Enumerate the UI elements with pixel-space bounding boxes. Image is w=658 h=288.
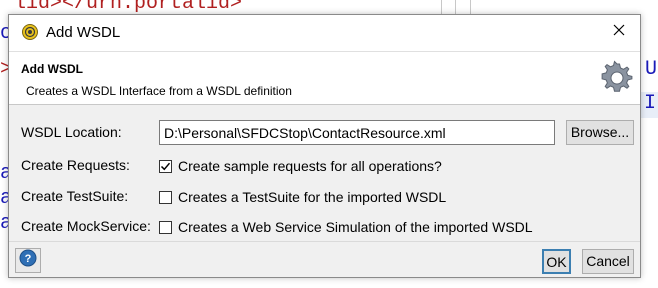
editor-divider xyxy=(441,0,442,14)
create-mockservice-checkbox-label: Creates a Web Service Simulation of the … xyxy=(178,219,533,235)
browse-button[interactable]: Browse... xyxy=(566,120,634,145)
help-glyph: ? xyxy=(25,253,32,265)
ok-button[interactable]: OK xyxy=(542,249,571,274)
close-icon xyxy=(613,23,625,41)
create-requests-checkbox[interactable] xyxy=(159,159,172,173)
editor-right-fragment: U xyxy=(645,58,658,81)
header-title: Add WSDL xyxy=(21,62,83,76)
dialog-title: Add WSDL xyxy=(46,24,121,41)
dialog-header: Add WSDL Creates a WSDL Interface from a… xyxy=(9,51,640,105)
dialog-footer: ? OK Cancel xyxy=(9,241,640,277)
create-requests-checkbox-label: Create sample requests for all operation… xyxy=(178,158,442,174)
create-requests-label: Create Requests: xyxy=(21,157,130,173)
editor-divider xyxy=(470,0,471,14)
soapui-app-icon xyxy=(22,24,38,40)
create-requests-option[interactable]: Create sample requests for all operation… xyxy=(159,157,442,175)
help-button[interactable]: ? xyxy=(15,248,41,273)
create-mockservice-label: Create MockService: xyxy=(21,218,151,234)
editor-xml-fragment-2: </urn.portalid> xyxy=(62,0,243,15)
create-mockservice-checkbox[interactable] xyxy=(159,220,172,234)
editor-divider xyxy=(455,0,456,14)
dialog-titlebar: Add WSDL xyxy=(9,15,640,51)
create-testsuite-option[interactable]: Creates a TestSuite for the imported WSD… xyxy=(159,188,446,206)
wsdl-form: WSDL Location: Browse... Create Requests… xyxy=(9,105,640,241)
checkmark-icon xyxy=(160,162,171,170)
create-mockservice-option[interactable]: Creates a Web Service Simulation of the … xyxy=(159,218,533,236)
gear-icon xyxy=(599,60,635,96)
create-testsuite-label: Create TestSuite: xyxy=(21,188,129,204)
cancel-button[interactable]: Cancel xyxy=(582,249,634,274)
add-wsdl-dialog: Add WSDL Add WSDL Creates a WSDL Interfa… xyxy=(8,14,641,278)
editor-right-fragment: I xyxy=(641,92,658,118)
header-description: Creates a WSDL Interface from a WSDL def… xyxy=(26,84,292,98)
create-testsuite-checkbox-label: Creates a TestSuite for the imported WSD… xyxy=(178,189,447,205)
wsdl-location-label: WSDL Location: xyxy=(21,124,122,140)
wsdl-location-input[interactable] xyxy=(159,120,555,145)
editor-xml-fragment-1: lid> xyxy=(14,0,63,15)
create-testsuite-checkbox[interactable] xyxy=(159,190,172,204)
close-button[interactable] xyxy=(606,20,632,44)
help-icon: ? xyxy=(19,249,37,272)
editor-background-code: lid></urn.portalid> xyxy=(14,0,242,15)
